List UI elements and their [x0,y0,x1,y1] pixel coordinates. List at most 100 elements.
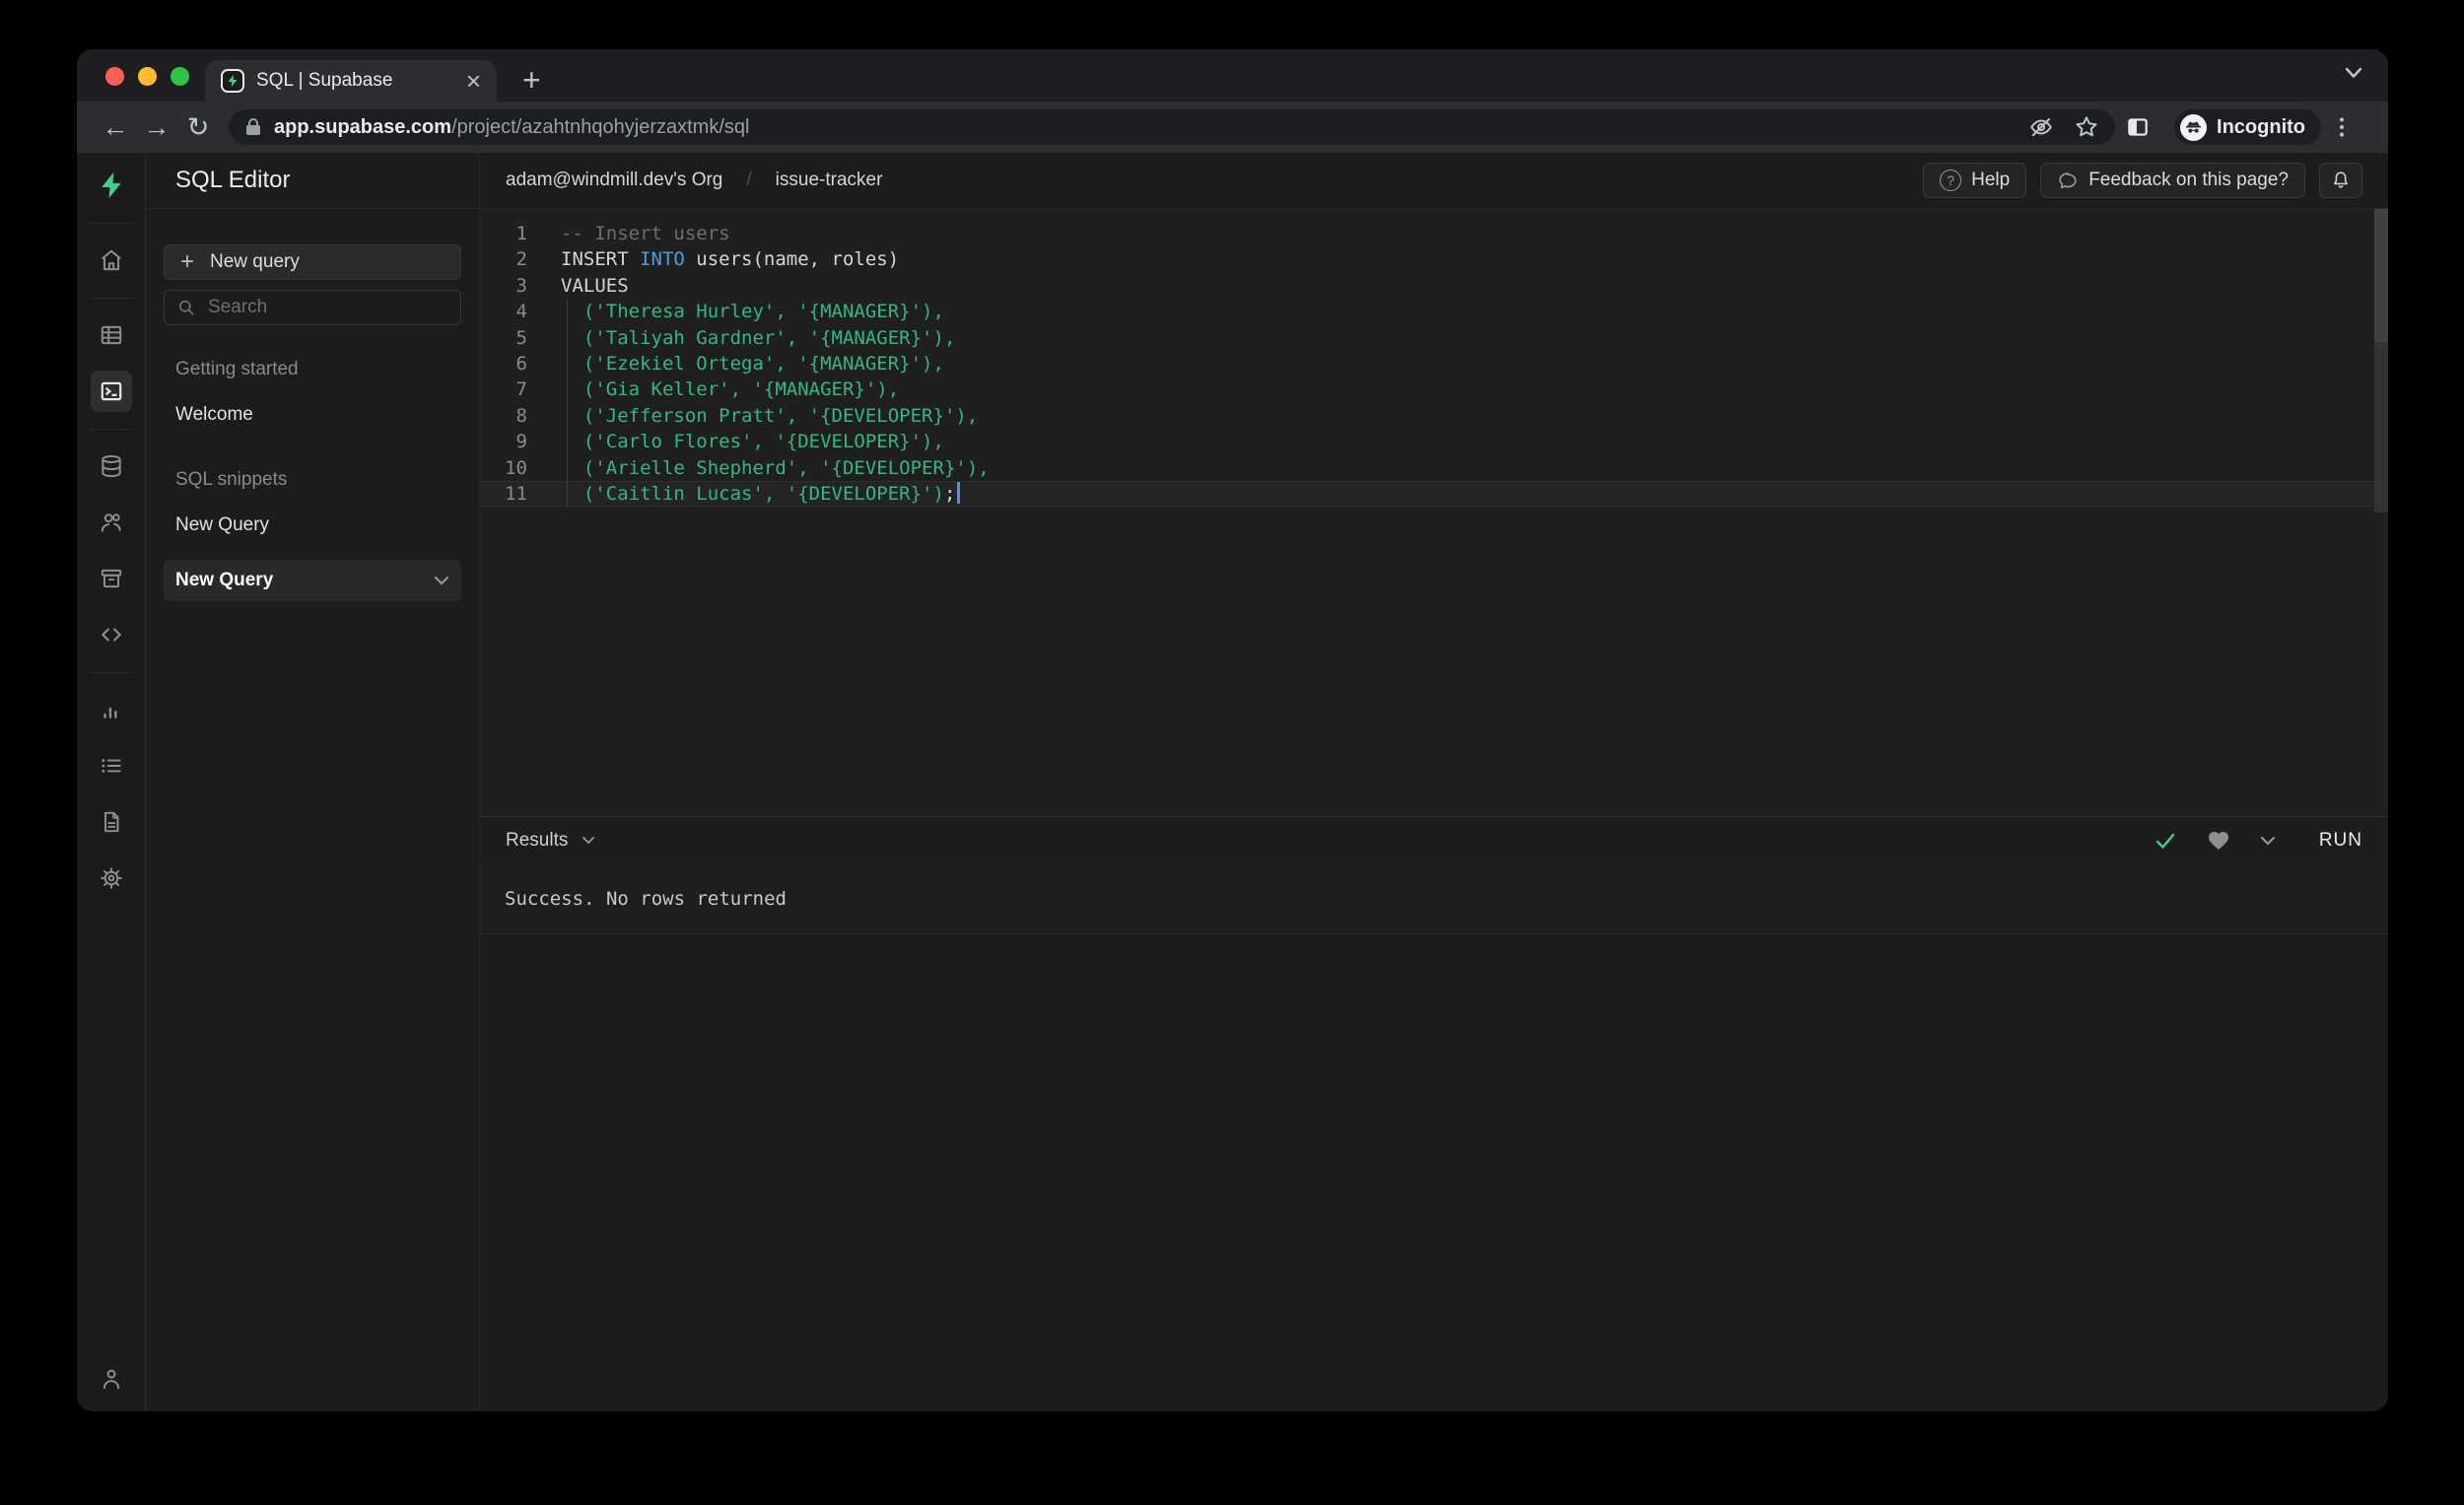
new-tab-button[interactable]: + [522,61,541,99]
sql-code-editor[interactable]: 1 -- Insert users 2 INSERT INTO users(name,… [480,209,2388,816]
search-box[interactable] [164,290,461,325]
logs-icon[interactable] [91,745,132,787]
incognito-label: Incognito [2217,115,2305,138]
chevron-down-icon [582,837,595,844]
search-input[interactable] [208,297,449,318]
docs-icon[interactable] [91,801,132,843]
results-label: Results [506,829,569,851]
line-number: 5 [515,326,527,349]
code-lines: 1 -- Insert users 2 INSERT INTO users(name,… [480,221,2388,508]
back-icon[interactable]: ← [95,113,136,141]
rail-divider [90,223,132,224]
line-number: 8 [515,404,527,427]
code-text: ('Caitlin Lucas', '{DEVELOPER}'); [527,481,961,507]
editor-scrollbar[interactable] [2374,209,2388,513]
line-number: 4 [515,301,527,323]
code-text: -- Insert users [561,223,730,244]
sql-editor-icon[interactable] [90,371,132,412]
nav-rail [77,153,146,1411]
code-text: ('Gia Keller', '{MANAGER}'), [582,378,900,401]
code-text: ('Ezekiel Ortega', '{MANAGER}'), [582,352,944,375]
code-text: ('Arielle Shepherd', '{DEVELOPER}'), [582,456,990,479]
code-line[interactable]: 10 ('Arielle Shepherd', '{DEVELOPER}'), [480,454,2388,482]
results-dropdown[interactable]: Results [506,830,595,852]
code-line[interactable]: 4 ('Theresa Hurley', '{MANAGER}'), [480,299,2388,325]
code-line[interactable]: 2 INSERT INTO users(name, roles) [480,246,2388,272]
settings-gear-icon[interactable] [91,857,132,899]
tab-close-icon[interactable]: × [466,68,481,94]
code-line[interactable]: 6 ('Ezekiel Ortega', '{MANAGER}'), [480,350,2388,377]
section-getting-started: Getting started [175,359,299,379]
bookmark-star-icon[interactable] [2074,114,2099,140]
results-message-row: Success. No rows returned [480,863,2388,934]
sql-editor-panel: SQL Editor + New query Getting started W… [146,153,480,1411]
welcome-item-label: Welcome [175,404,253,425]
code-line[interactable]: 8 ('Jefferson Pratt', '{DEVELOPER}'), [480,402,2388,430]
code-text: ('Theresa Hurley', '{MANAGER}'), [582,301,944,323]
minimize-window-button[interactable] [138,67,157,86]
database-icon[interactable] [91,445,132,487]
forward-icon[interactable]: → [136,113,177,141]
code-line[interactable]: 7 ('Gia Keller', '{MANAGER}'), [480,376,2388,404]
rail-divider [90,672,132,673]
snippet-label: New Query [175,570,274,590]
tab-strip: SQL | Supabase × + [77,49,2388,102]
rail-divider [90,429,132,430]
speech-bubble-icon [2057,170,2079,191]
reload-icon[interactable]: ↻ [177,113,219,141]
line-number: 2 [515,248,527,271]
incognito-badge[interactable]: Incognito [2174,109,2321,145]
browser-tab[interactable]: SQL | Supabase × [205,60,497,102]
code-line[interactable]: 1 -- Insert users [480,221,2388,246]
code-line[interactable]: 11 ('Caitlin Lucas', '{DEVELOPER}'); [480,480,2388,508]
sidebar-item-new-query-2[interactable]: New Query [164,560,461,601]
notifications-bell-button[interactable] [2319,163,2362,198]
main-header: adam@windmill.dev's Org / issue-tracker … [480,153,2388,209]
url-bar[interactable]: app.supabase.com/project/azahtnhqohyjerz… [229,109,2116,145]
lock-icon [244,117,262,137]
url-path: /project/azahtnhqohyjerzaxtmk/sql [451,115,750,138]
breadcrumb-project[interactable]: issue-tracker [776,170,883,191]
storage-icon[interactable] [91,558,132,599]
code-text: ('Carlo Flores', '{DEVELOPER}'), [582,431,944,453]
sidebar-item-new-query-1[interactable]: New Query [164,505,461,546]
code-text: ('Jefferson Pratt', '{DEVELOPER}'), [582,404,979,427]
run-options-chevron-icon[interactable] [2260,836,2276,846]
side-panel-icon[interactable] [2125,114,2166,140]
bell-icon [2330,170,2352,191]
line-number: 6 [515,352,527,375]
line-number: 3 [515,274,527,297]
search-icon [176,298,196,317]
supabase-favicon-icon [221,69,244,93]
eye-off-icon[interactable] [2028,114,2054,140]
scrollbar-thumb[interactable] [2374,209,2388,342]
breadcrumb-org[interactable]: adam@windmill.dev's Org [506,170,722,191]
line-number: 9 [515,431,527,453]
table-editor-icon[interactable] [91,314,132,356]
code-line[interactable]: 5 ('Taliyah Gardner', '{MANAGER}'), [480,324,2388,352]
code-line[interactable]: 9 ('Carlo Flores', '{DEVELOPER}'), [480,429,2388,455]
code-line[interactable]: 3 VALUES [480,273,2388,299]
home-icon[interactable] [91,239,132,281]
line-number: 1 [515,223,527,244]
reports-icon[interactable] [91,689,132,730]
favorite-heart-icon[interactable] [2207,829,2230,853]
feedback-button[interactable]: Feedback on this page? [2040,163,2305,198]
help-button[interactable]: ? Help [1923,163,2027,198]
chevron-down-icon[interactable] [434,576,449,585]
sidebar-item-welcome[interactable]: Welcome [164,394,461,436]
supabase-logo-icon[interactable] [91,165,132,206]
tab-search-chevron-icon[interactable] [2345,67,2362,79]
api-icon[interactable] [91,614,132,655]
results-toolbar: Results RUN [480,816,2388,863]
run-button[interactable]: RUN [2319,830,2362,852]
success-message: Success. No rows returned [505,887,787,910]
new-query-button[interactable]: + New query [164,244,461,280]
line-number: 7 [515,378,527,401]
browser-menu-icon[interactable] [2329,114,2370,140]
account-icon[interactable] [91,1358,132,1400]
maximize-window-button[interactable] [171,67,189,86]
rail-divider [90,298,132,299]
authentication-icon[interactable] [91,502,132,543]
close-window-button[interactable] [105,67,124,86]
